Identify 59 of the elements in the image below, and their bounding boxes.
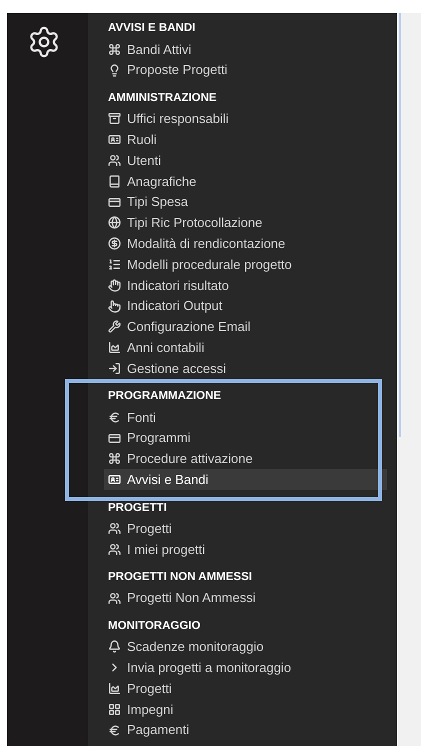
menu-item[interactable]: Progetti: [104, 678, 387, 699]
menu-item[interactable]: Impegni: [104, 698, 387, 720]
menu-item[interactable]: Proposte Progetti: [104, 60, 387, 81]
section-header: AVVISI E BANDI: [107, 21, 196, 36]
menu-item[interactable]: Indicatori Output: [104, 296, 387, 317]
menu-item[interactable]: I miei progetti: [104, 538, 387, 560]
menu-item[interactable]: Avvisi e Bandi: [104, 469, 387, 490]
menu-item[interactable]: Pagamenti: [104, 720, 387, 741]
login-icon: [108, 362, 121, 376]
book-icon: [108, 174, 121, 188]
list-icon: [108, 258, 121, 272]
menu-item[interactable]: Progetti: [104, 518, 387, 539]
menu-item[interactable]: Modalità di rendicontazione: [104, 233, 387, 254]
area-chart-icon: [108, 341, 121, 354]
users-icon: [108, 154, 121, 168]
section-header: PROGETTI: [107, 500, 168, 516]
section-header: PROGRAMMAZIONE: [107, 389, 222, 404]
dollar-icon: [108, 237, 121, 250]
id-card-icon: [108, 473, 121, 486]
grid-icon: [108, 702, 121, 716]
menu-item[interactable]: Tipi Ric Protocollazione: [104, 212, 387, 234]
globe-icon: [108, 216, 121, 230]
lightbulb-icon: [108, 64, 121, 77]
menu-item[interactable]: Modelli procedurale progetto: [104, 254, 387, 275]
menu-item[interactable]: Procedure attivazione: [104, 448, 387, 470]
card-icon: [108, 196, 121, 209]
section-header: AMMINISTRAZIONE: [107, 90, 218, 106]
menu-item[interactable]: Anni contabili: [104, 337, 387, 358]
menu-item[interactable]: Fonti: [104, 406, 387, 428]
menu-item[interactable]: Programmi: [104, 428, 387, 449]
menu-item[interactable]: Configurazione Email: [104, 316, 387, 338]
id-card-icon: [108, 133, 121, 146]
menu-item[interactable]: Indicatori risultato: [104, 274, 387, 296]
pointer-icon: [108, 300, 121, 313]
users-icon: [108, 542, 121, 556]
menu-item[interactable]: Scadenze monitoraggio: [104, 636, 387, 658]
menu-item[interactable]: Gestione accessi: [104, 358, 387, 379]
euro-icon: [108, 724, 121, 737]
users-icon: [108, 522, 121, 536]
bell-icon: [108, 640, 121, 654]
knot-icon: [108, 42, 121, 56]
menu-item[interactable]: Progetti Non Ammessi: [104, 588, 387, 609]
hand-icon: [108, 278, 121, 292]
section-header: PROGETTI NON AMMESSI: [107, 570, 253, 586]
menu-item[interactable]: Invia progetti a monitoraggio: [104, 657, 387, 678]
menu-item[interactable]: Ruoli: [104, 129, 387, 150]
menu-item[interactable]: Uffici responsabili: [104, 108, 387, 130]
menu-item[interactable]: Anagrafiche: [104, 170, 387, 192]
card-icon: [108, 432, 121, 445]
menu-item[interactable]: Bandi Attivi: [104, 39, 387, 60]
area-chart-icon: [108, 682, 121, 696]
wrench-icon: [108, 320, 121, 334]
archive-icon: [108, 112, 121, 126]
users-icon: [108, 592, 121, 605]
euro-icon: [108, 410, 121, 424]
menu-item[interactable]: Tipi Spesa: [104, 192, 387, 213]
section-header: MONITORAGGIO: [107, 618, 202, 634]
knot-icon: [108, 452, 121, 466]
menu-item[interactable]: Utenti: [104, 150, 387, 171]
